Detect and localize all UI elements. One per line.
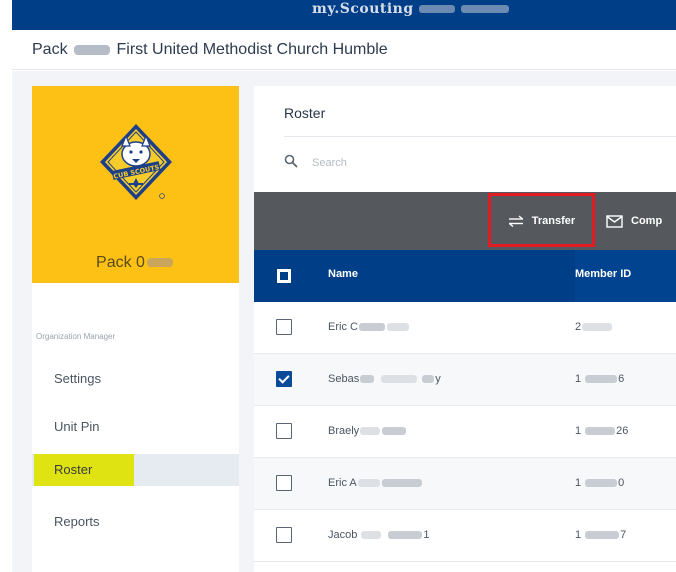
- redacted-text: [381, 375, 418, 384]
- top-bar: my.Scouting: [12, 0, 676, 30]
- redacted-text: [382, 427, 407, 436]
- organization-manager-label: Organization Manager: [36, 332, 116, 341]
- sidebar-item-settings[interactable]: Settings: [32, 363, 239, 395]
- sidebar-item-unit-pin[interactable]: Unit Pin: [32, 411, 239, 443]
- search-icon: [284, 154, 298, 168]
- row-checkbox[interactable]: [276, 527, 292, 543]
- divider: [284, 136, 676, 137]
- sidebar-item-reports[interactable]: Reports: [32, 506, 239, 538]
- envelope-icon: [606, 214, 623, 228]
- redacted-pack-number: [146, 258, 173, 268]
- sidebar-item-label: Settings: [54, 371, 101, 386]
- unit-side-panel: CUB SCOUTS Pack 0 Organization Manager S…: [32, 86, 239, 572]
- redacted-unit-number: [74, 44, 111, 55]
- transfer-highlight-box: [488, 193, 595, 247]
- redacted-text: [358, 323, 385, 332]
- sidebar-item-label: Roster: [34, 454, 134, 486]
- member-name: Eric C: [328, 321, 410, 333]
- column-header-name-label: Name: [328, 268, 358, 280]
- column-header-member-id-label: Member ID: [575, 268, 632, 280]
- member-name: Sebas y: [328, 373, 441, 385]
- member-id: 1 26: [575, 425, 629, 437]
- compose-button-label: Comp: [631, 215, 663, 227]
- redacted-text: [585, 375, 618, 384]
- member-id: 2: [575, 321, 613, 333]
- roster-title: Roster: [284, 105, 326, 121]
- row-checkbox-checked[interactable]: [276, 371, 292, 387]
- row-checkbox[interactable]: [276, 475, 292, 491]
- column-header-member-id[interactable]: Member ID: [575, 250, 676, 302]
- site-title[interactable]: my.Scouting: [312, 1, 509, 17]
- redacted-text: [361, 531, 382, 540]
- unit-logo-area: CUB SCOUTS Pack 0: [32, 86, 239, 283]
- redacted-text: [388, 531, 423, 540]
- select-all-checkbox[interactable]: [277, 269, 291, 283]
- pack-name: Pack 0: [32, 254, 239, 272]
- redacted-text: [386, 323, 409, 332]
- compose-email-button[interactable]: Comp: [606, 192, 662, 250]
- row-checkbox[interactable]: [276, 423, 292, 439]
- cub-scouts-logo-icon: CUB SCOUTS: [100, 124, 172, 200]
- unit-header: Pack First United Methodist Church Humbl…: [12, 30, 676, 70]
- table-row[interactable]: Braely 1 26: [254, 406, 676, 458]
- redacted-text: [360, 427, 381, 436]
- member-name: Eric A: [328, 477, 423, 489]
- table-row[interactable]: Eric C 2: [254, 302, 676, 354]
- redacted-text: [360, 375, 375, 384]
- member-id: 16: [575, 373, 625, 385]
- sidebar-item-label: Reports: [54, 514, 100, 529]
- sidebar-item-label: Unit Pin: [54, 419, 100, 434]
- member-name: Jacob 1: [328, 529, 430, 541]
- table-row[interactable]: Eric A 10: [254, 458, 676, 510]
- redacted-text: [585, 427, 616, 436]
- table-header: Name ▲ Member ID: [254, 250, 676, 302]
- roster-toolbar: Transfer Comp: [254, 192, 676, 250]
- member-id: 10: [575, 477, 625, 489]
- member-name: Braely: [328, 425, 407, 437]
- row-checkbox[interactable]: [276, 319, 292, 335]
- redacted-text: [582, 323, 613, 332]
- redacted-text: [357, 479, 380, 488]
- sidebar-item-roster[interactable]: Roster: [32, 454, 239, 486]
- column-header-name[interactable]: Name ▲: [310, 250, 594, 302]
- redacted-text: [422, 375, 435, 384]
- table-row[interactable]: Jacob 1 17: [254, 510, 676, 562]
- redacted-text: [585, 479, 618, 488]
- redacted-text: [381, 479, 422, 488]
- unit-title: Pack First United Methodist Church Humbl…: [32, 41, 388, 58]
- table-row[interactable]: Sebas y 16: [254, 354, 676, 406]
- redacted-text: [585, 531, 620, 540]
- search-input[interactable]: [312, 153, 652, 173]
- roster-panel: Roster Transfer Comp Name ▲: [254, 86, 676, 572]
- member-id: 17: [575, 529, 627, 541]
